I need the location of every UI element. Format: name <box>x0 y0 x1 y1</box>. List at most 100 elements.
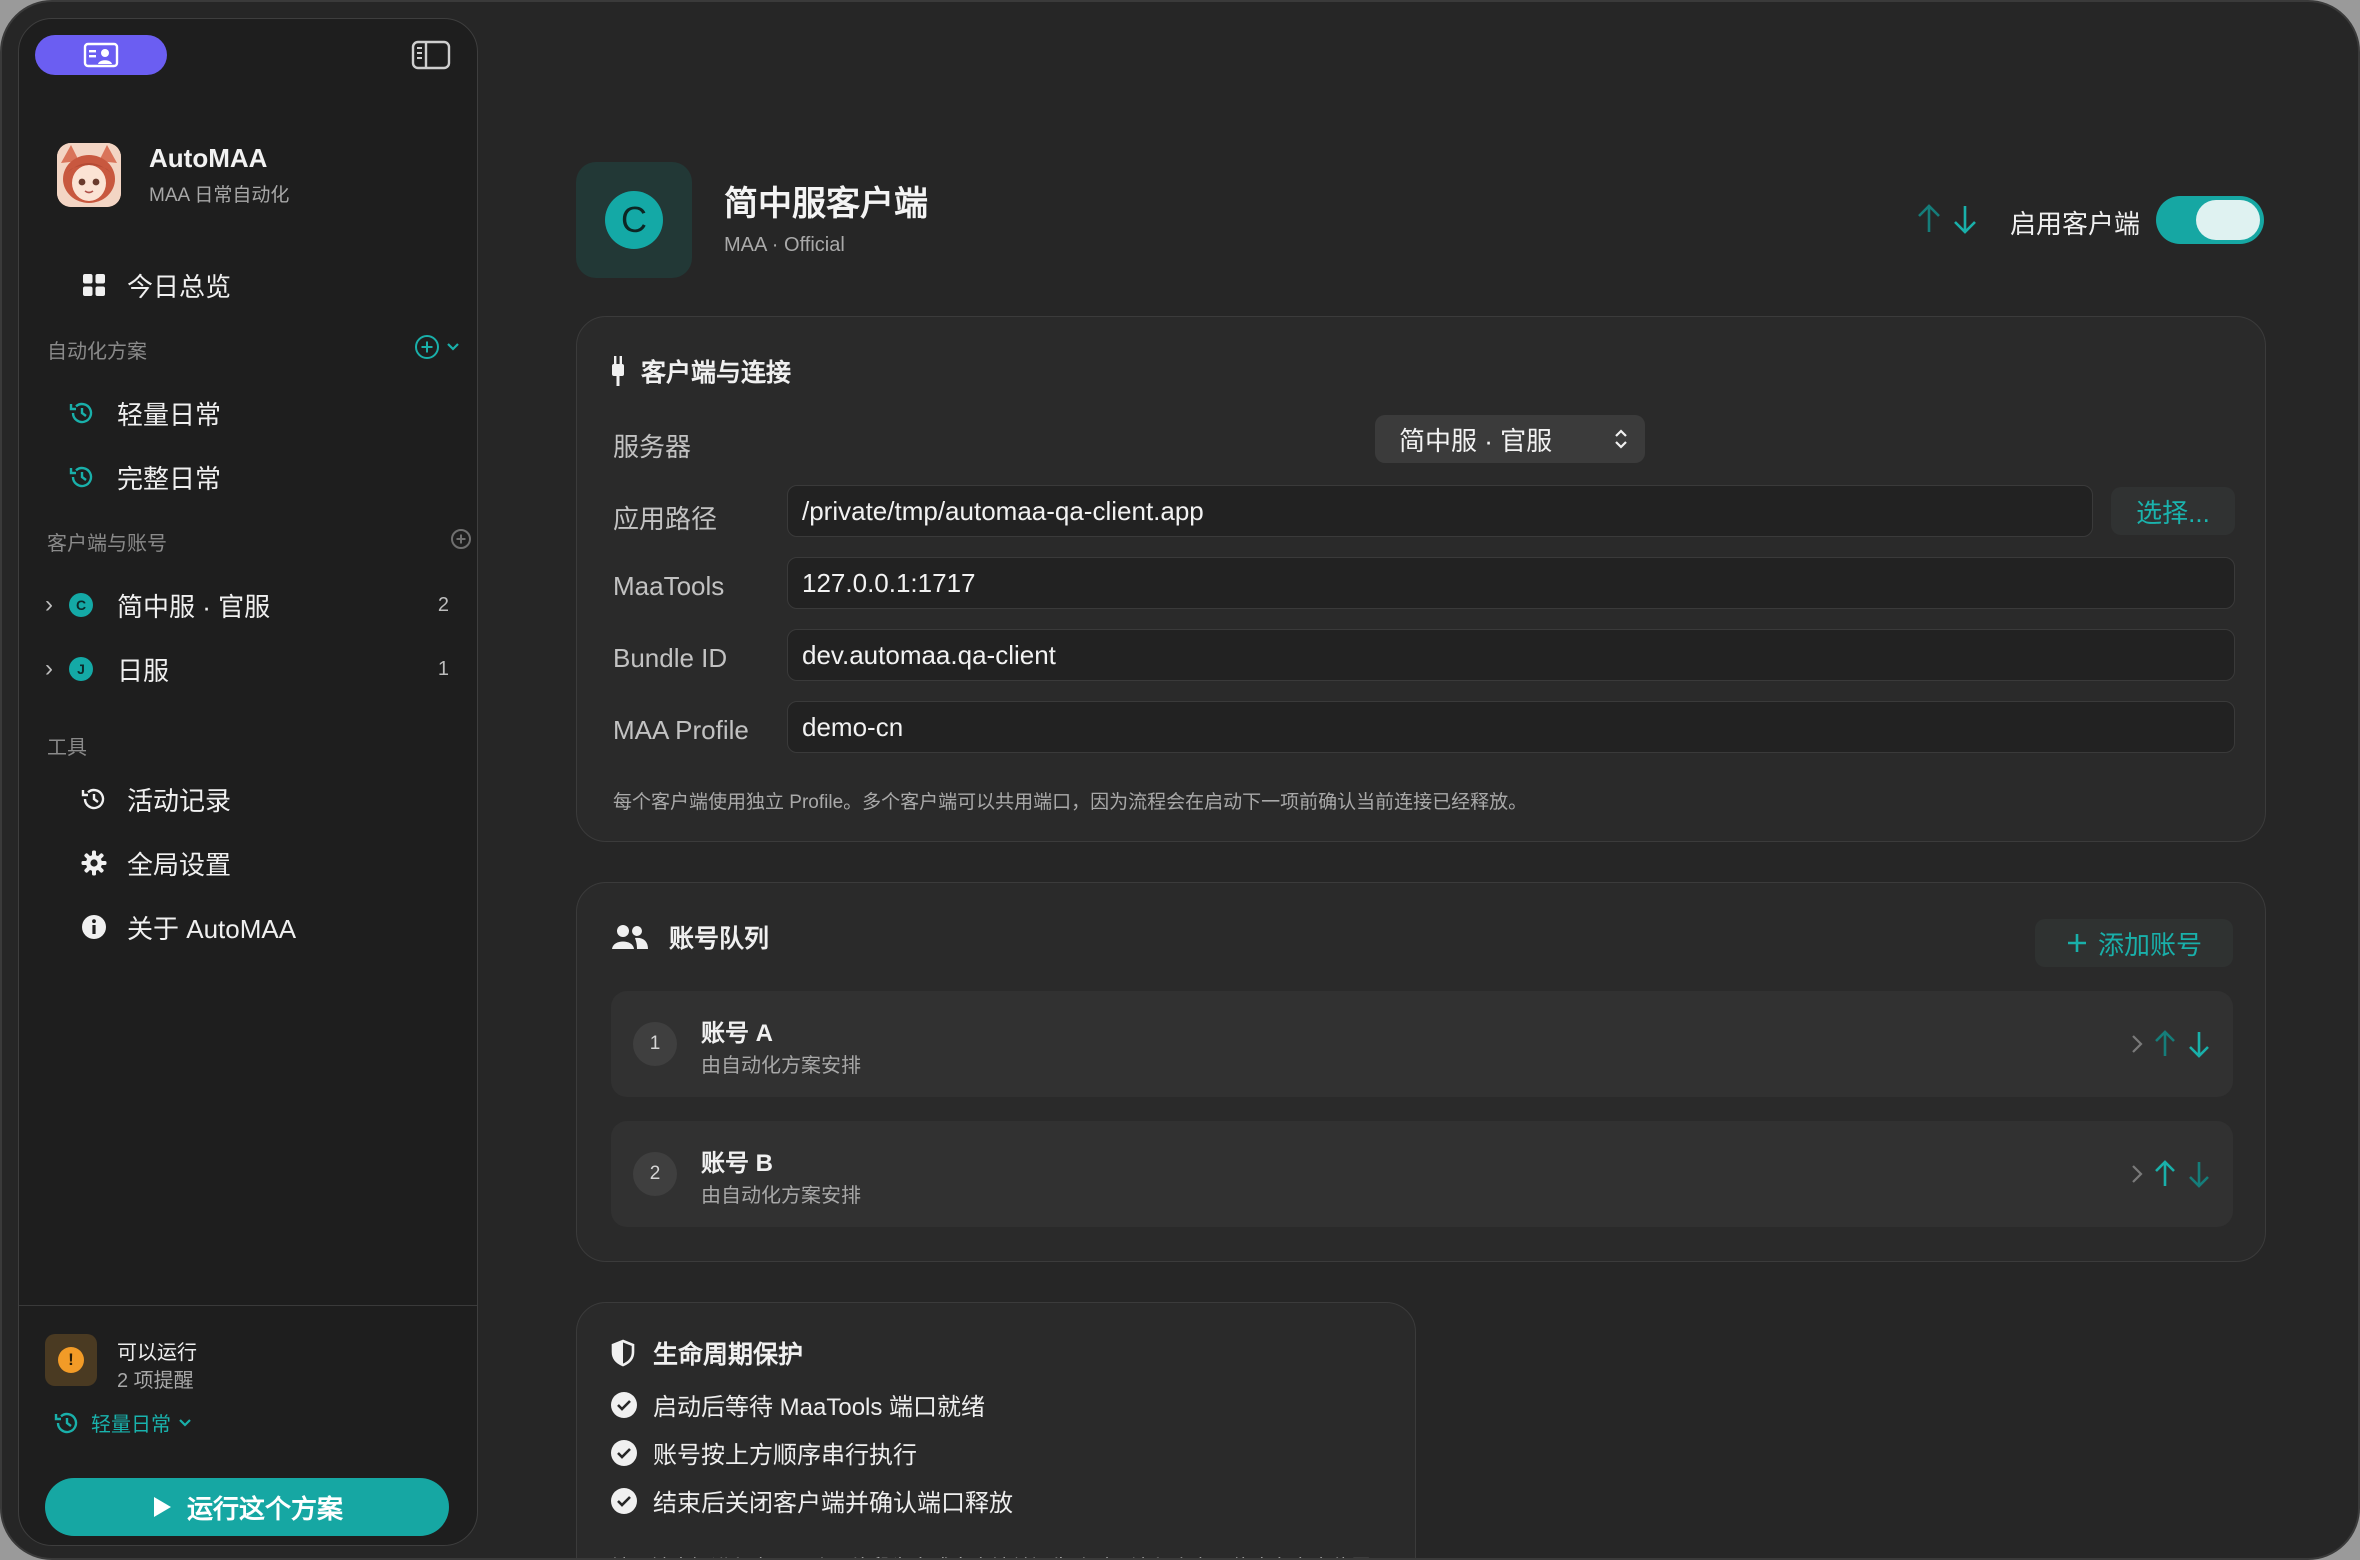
info-icon <box>79 912 109 942</box>
arrow-up-icon[interactable] <box>2151 1159 2179 1189</box>
sidebar-item-label: 轻量日常 <box>117 399 222 430</box>
warning-badge[interactable]: ! <box>45 1334 97 1386</box>
add-plan-button[interactable] <box>413 333 441 361</box>
enable-client-toggle[interactable] <box>2156 196 2264 244</box>
sidebar-item-client-cn[interactable]: › C 简中服 · 官服 2 <box>19 577 477 633</box>
lifecycle-card-title: 生命周期保护 <box>611 1335 803 1371</box>
maatools-label: MaaTools <box>613 571 725 601</box>
sidebar-item-plan-full[interactable]: 完整日常 <box>19 449 477 505</box>
sidebar-item-activity-log[interactable]: 活动记录 <box>19 771 477 827</box>
arrow-down-icon[interactable] <box>2185 1029 2213 1059</box>
server-select[interactable]: 简中服 · 官服 <box>1375 415 1645 463</box>
chevron-updown-icon <box>1615 429 1627 449</box>
nav-overview[interactable]: 今日总览 <box>19 257 477 313</box>
maatools-field[interactable]: 127.0.0.1:1717 <box>787 557 2235 609</box>
client-account-count: 1 <box>437 657 449 680</box>
lifecycle-item: 启动后等待 MaaTools 端口就绪 <box>611 1387 985 1422</box>
profile-field[interactable]: demo-cn <box>787 701 2235 753</box>
add-account-button[interactable]: 添加账号 <box>2035 919 2233 967</box>
plus-circle-icon <box>451 529 471 549</box>
plug-icon <box>612 356 624 386</box>
chevron-right-icon[interactable]: › <box>45 655 53 683</box>
lifecycle-item: 账号按上方顺序串行执行 <box>611 1435 917 1470</box>
sidebar-item-label: 关于 AutoMAA <box>127 913 297 944</box>
history-icon <box>54 1412 78 1433</box>
account-row[interactable]: 2 账号 B 由自动化方案安排 <box>611 1121 2233 1227</box>
app-name: AutoMAA <box>149 143 268 173</box>
sidebar-item-label: 完整日常 <box>117 463 222 494</box>
arrow-up-icon[interactable] <box>1914 202 1944 236</box>
grid-icon <box>79 270 109 300</box>
account-desc: 由自动化方案安排 <box>701 1055 861 1077</box>
choose-path-button[interactable]: 选择... <box>2111 487 2235 535</box>
sidebar-item-settings[interactable]: 全局设置 <box>19 835 477 891</box>
page-title: 简中服客户端 <box>724 185 928 223</box>
arrow-down-icon[interactable] <box>2185 1159 2213 1189</box>
gear-icon <box>79 848 109 878</box>
chevron-right-icon[interactable]: › <box>45 591 53 619</box>
toggle-knob <box>2196 200 2260 240</box>
account-name: 账号 A <box>701 1020 773 1047</box>
people-icon <box>612 925 648 949</box>
account-row[interactable]: 1 账号 A 由自动化方案安排 <box>611 991 2233 1097</box>
server-select-value: 简中服 · 官服 <box>1399 425 1553 456</box>
plus-icon <box>2067 934 2086 952</box>
profile-card-icon <box>83 42 119 68</box>
sidebar-item-plan-light[interactable]: 轻量日常 <box>19 385 477 441</box>
arrow-up-icon[interactable] <box>2151 1029 2179 1059</box>
sidebar-toggle-icon <box>411 40 451 70</box>
plus-circle-icon <box>415 335 439 359</box>
lifecycle-item-label: 启动后等待 MaaTools 端口就绪 <box>653 1394 986 1421</box>
client-icon-letter: C <box>605 191 663 249</box>
sidebar-item-client-jp[interactable]: › J 日服 1 <box>19 641 477 697</box>
tools-section-title: 工具 <box>47 737 87 759</box>
client-icon: C <box>576 162 692 278</box>
nav-overview-label: 今日总览 <box>127 271 232 302</box>
client-label: 日服 <box>117 655 170 686</box>
lifecycle-item-label: 账号按上方顺序串行执行 <box>653 1442 917 1469</box>
connection-card: 客户端与连接 服务器 简中服 · 官服 应用路径 /private/tmp/au… <box>576 316 2266 842</box>
server-label: 服务器 <box>613 432 692 462</box>
arrow-down-icon[interactable] <box>1950 202 1980 236</box>
account-index: 2 <box>633 1152 677 1196</box>
chevron-right-icon[interactable] <box>2129 1162 2145 1186</box>
connection-hint: 每个客户端使用独立 Profile。多个客户端可以共用端口，因为流程会在启动下一… <box>613 792 1528 813</box>
accounts-card-title: 账号队列 <box>611 919 769 955</box>
path-label: 应用路径 <box>613 504 718 534</box>
current-plan-label: 轻量日常 <box>91 1414 171 1436</box>
client-label: 简中服 · 官服 <box>117 591 271 622</box>
checkmark-icon <box>611 1391 637 1418</box>
page-subtitle: MAA · Official <box>724 234 845 256</box>
sidebar: AutoMAA MAA 日常自动化 今日总览 自动化方案 轻量日常 完整日常 客… <box>18 18 478 1546</box>
app-window: AutoMAA MAA 日常自动化 今日总览 自动化方案 轻量日常 完整日常 客… <box>0 0 2360 1560</box>
profile-label: MAA Profile <box>613 715 749 745</box>
plans-section-title: 自动化方案 <box>47 341 147 363</box>
account-switcher-button[interactable] <box>35 35 167 75</box>
client-account-count: 2 <box>437 593 449 616</box>
sidebar-toggle-button[interactable] <box>411 37 451 73</box>
history-icon <box>67 398 97 428</box>
path-field[interactable]: /private/tmp/automaa-qa-client.app <box>787 485 2093 537</box>
client-badge: J <box>69 657 93 681</box>
chevron-right-icon[interactable] <box>2129 1032 2145 1056</box>
app-logo <box>57 143 121 207</box>
current-plan-selector[interactable]: 轻量日常 <box>53 1408 193 1437</box>
history-icon <box>67 462 97 492</box>
clients-section-title: 客户端与账号 <box>47 533 167 555</box>
connection-card-title: 客户端与连接 <box>611 353 791 389</box>
sidebar-item-about[interactable]: 关于 AutoMAA <box>19 899 477 955</box>
add-account-label: 添加账号 <box>2097 929 2202 960</box>
sidebar-footer: ! 可以运行 2 项提醒 轻量日常 运行这个方案 <box>19 1305 477 1545</box>
run-plan-button[interactable]: 运行这个方案 <box>45 1478 449 1536</box>
main-content: C 简中服客户端 MAA · Official 启用客户端 客户端与连接 服务器… <box>574 2 2266 1558</box>
bundle-id-field[interactable]: dev.automaa.qa-client <box>787 629 2235 681</box>
plans-collapse-button[interactable] <box>439 333 467 361</box>
enable-client-label: 启用客户端 <box>2010 209 2141 239</box>
app-header: AutoMAA MAA 日常自动化 <box>57 143 289 207</box>
play-icon <box>153 1497 171 1517</box>
add-client-button[interactable] <box>447 525 475 553</box>
lifecycle-card: 生命周期保护 启动后等待 MaaTools 端口就绪 账号按上方顺序串行执行 结… <box>576 1302 1416 1558</box>
checkmark-icon <box>611 1487 637 1514</box>
sidebar-item-label: 活动记录 <box>127 785 232 816</box>
bundle-id-label: Bundle ID <box>613 643 728 673</box>
